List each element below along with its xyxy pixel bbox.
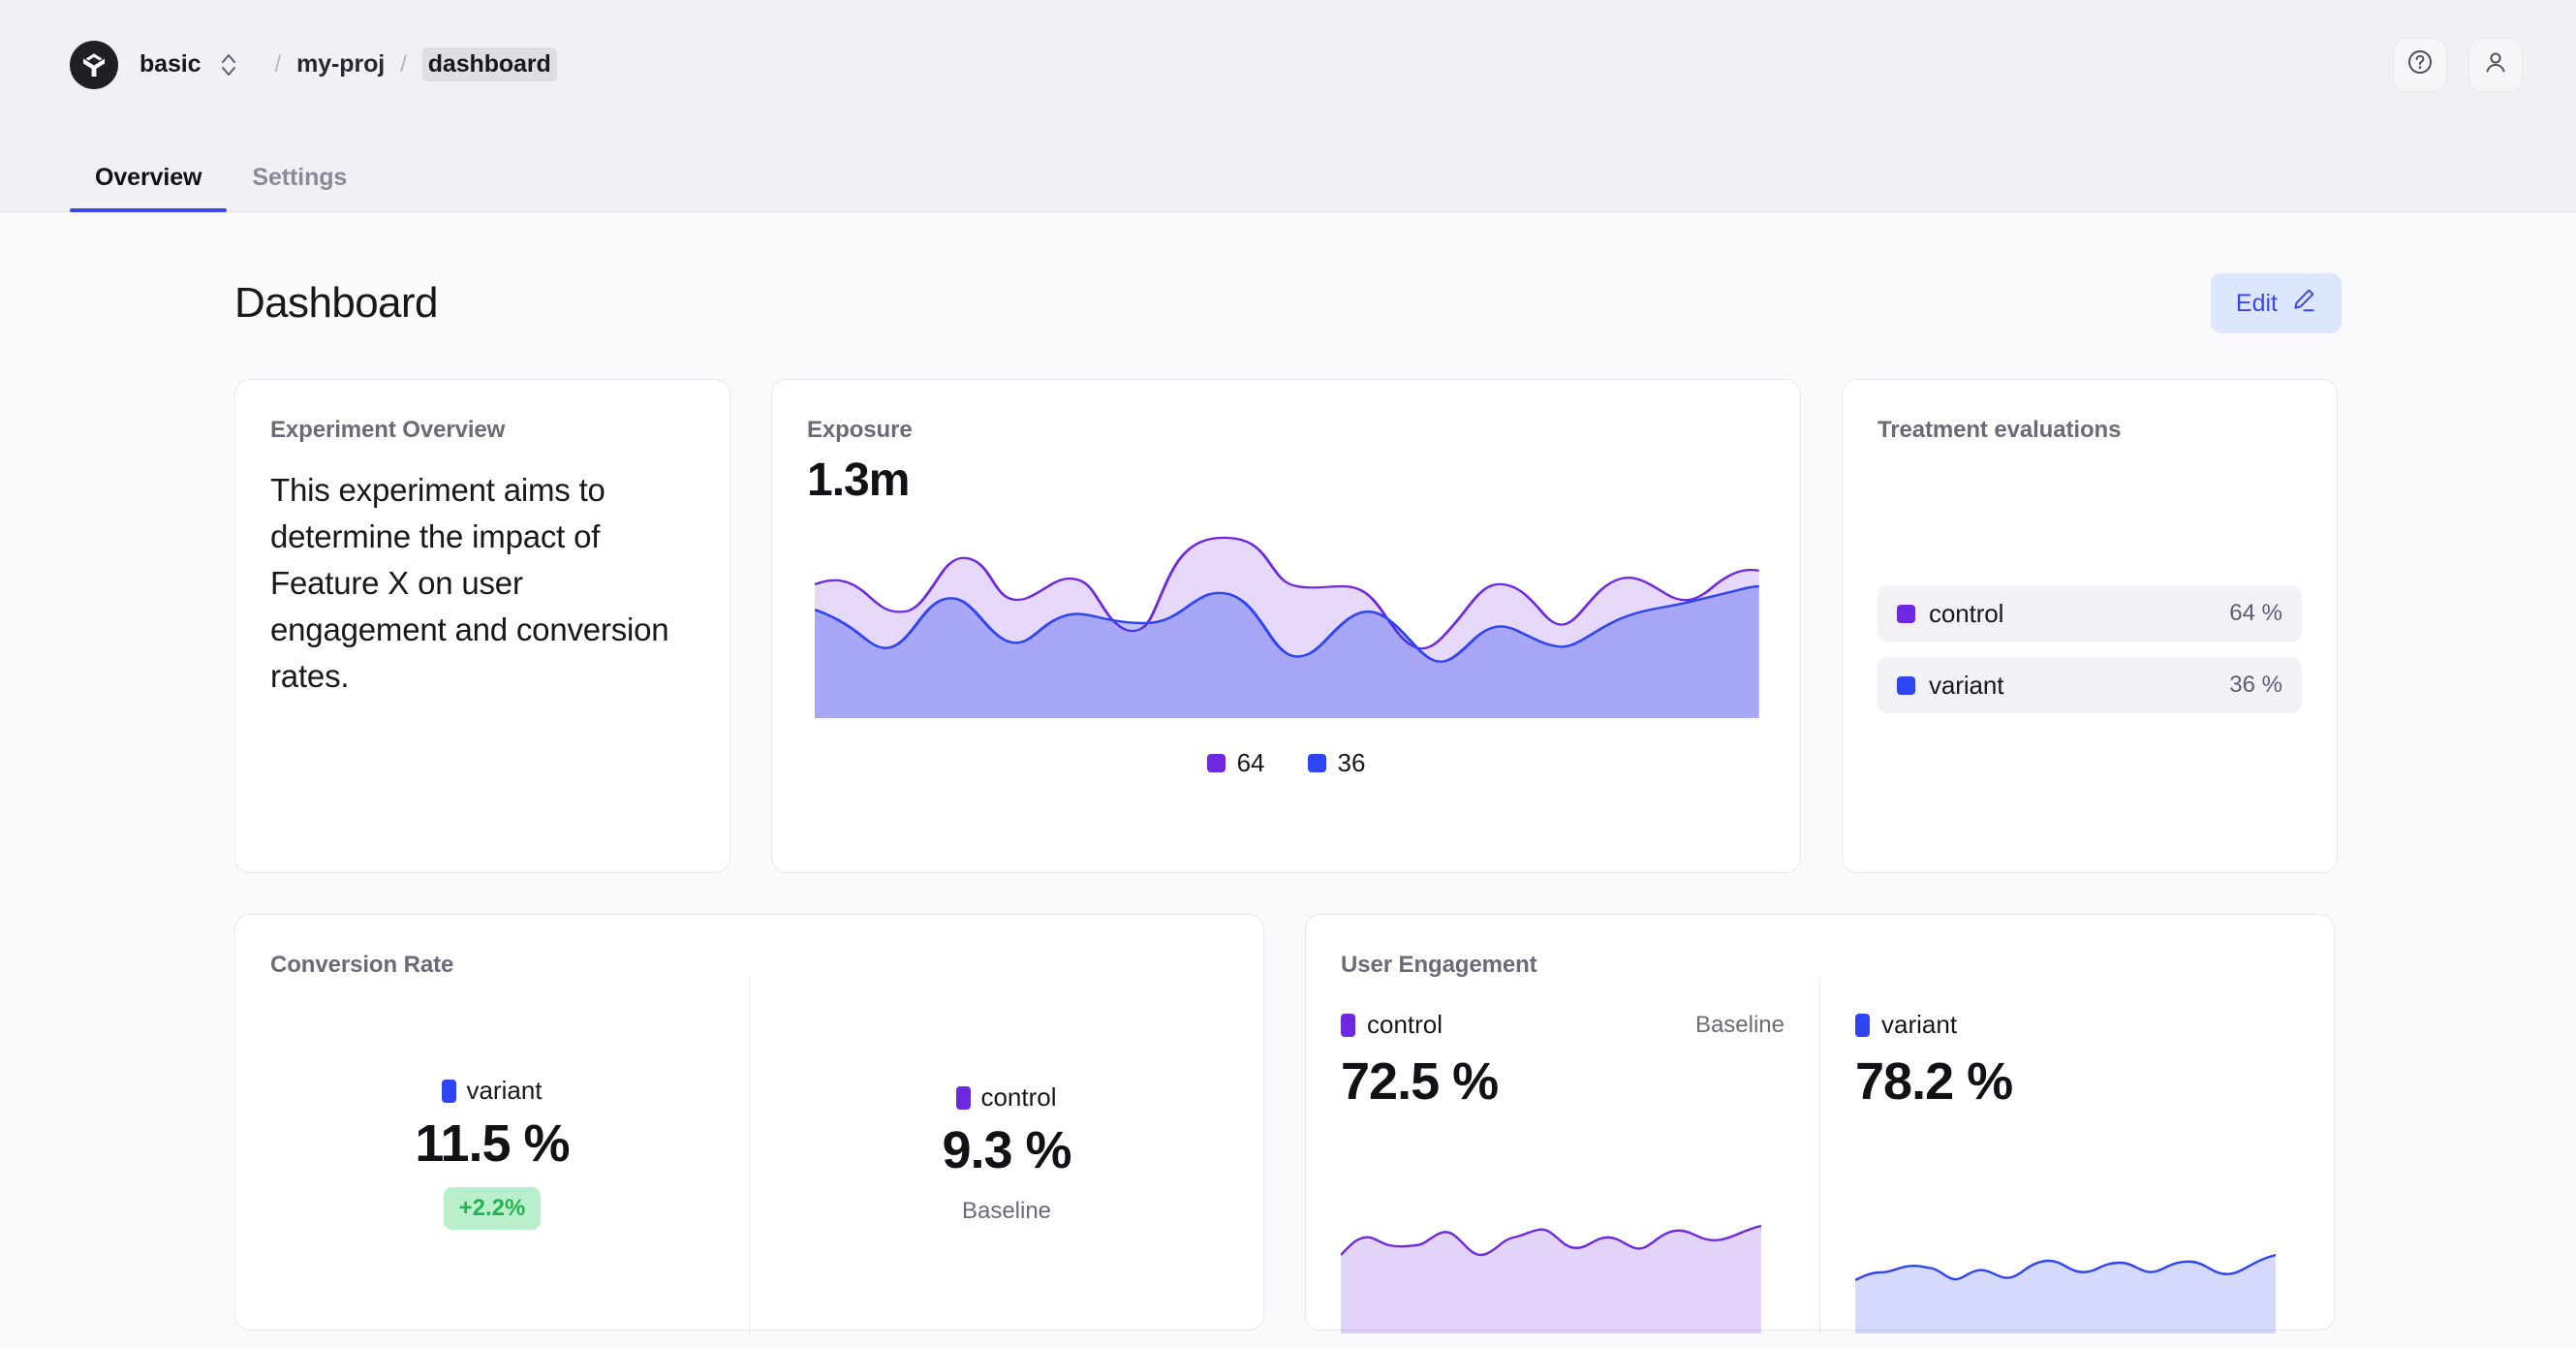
treatment-swatch-control [1897, 604, 1915, 623]
dashboard-row-2: Conversion Rate variant 11.5 % +2.2% con… [234, 914, 2342, 1333]
conversion-control-value: 9.3 % [942, 1121, 1071, 1179]
engagement-variant-head: variant [1820, 979, 2334, 1040]
dashboard-grid: Experiment Overview This experiment aims… [70, 379, 2506, 1333]
conversion-swatch-variant [442, 1079, 457, 1103]
exposure-value: 1.3m [807, 455, 910, 506]
card-title: Exposure [807, 417, 913, 443]
breadcrumb-separator-1: / [274, 50, 282, 78]
card-exposure: Exposure 1.3m 64 36 [771, 379, 1801, 873]
conversion-variant-value: 11.5 % [415, 1114, 570, 1173]
legend-item: 36 [1307, 748, 1366, 778]
exposure-area-chart [772, 534, 1800, 723]
edit-button-label: Edit [2235, 289, 2278, 317]
conversion-split: variant 11.5 % +2.2% control 9.3 % Basel… [235, 979, 1263, 1333]
engagement-control-panel: control Baseline 72.5 % [1306, 979, 1819, 1333]
legend-label: 64 [1236, 748, 1265, 777]
dashboard-row-1: Experiment Overview This experiment aims… [234, 379, 2342, 873]
breadcrumb: basic / my-proj / dashboard [140, 47, 557, 81]
card-title: Conversion Rate [270, 952, 454, 978]
legend-swatch-control [1206, 754, 1226, 772]
conversion-control-inner: control 9.3 % Baseline [750, 979, 1263, 1225]
engagement-split: control Baseline 72.5 % variant 78.2 % [1306, 979, 2334, 1333]
legend-label: 36 [1337, 748, 1366, 777]
tab-settings[interactable]: Settings [227, 164, 372, 211]
treatment-swatch-variant [1897, 675, 1915, 695]
top-bar: basic / my-proj / dashboard [0, 0, 2576, 129]
card-experiment-overview: Experiment Overview This experiment aims… [234, 379, 730, 873]
conversion-control-panel: control 9.3 % Baseline [749, 979, 1263, 1333]
treatment-name: variant [1929, 670, 2004, 700]
top-bar-actions [2393, 37, 2523, 92]
legend-swatch-variant [1307, 754, 1326, 772]
engagement-swatch-control [1341, 1013, 1355, 1037]
card-conversion-rate: Conversion Rate variant 11.5 % +2.2% con… [234, 914, 1264, 1333]
experiment-overview-text: This experiment aims to determine the im… [270, 472, 669, 694]
chevron-up-down-icon[interactable] [212, 48, 245, 81]
breadcrumb-project[interactable]: my-proj [296, 50, 385, 78]
card-treatment-evaluations: Treatment evaluations control 64 % varia… [1842, 379, 2338, 873]
list-item[interactable]: control 64 % [1878, 585, 2302, 642]
conversion-control-head: control [956, 1082, 1057, 1113]
user-icon [2481, 47, 2510, 81]
conversion-variant-label: variant [466, 1076, 543, 1105]
card-title: Treatment evaluations [1878, 417, 2122, 443]
engagement-variant-label: variant [1881, 1010, 1958, 1039]
breadcrumb-current[interactable]: dashboard [421, 47, 557, 81]
question-circle-icon [2405, 47, 2435, 81]
list-item[interactable]: variant 36 % [1878, 657, 2302, 713]
brand-block: basic / my-proj / dashboard [70, 40, 557, 89]
treatment-name: control [1929, 598, 2004, 628]
engagement-control-baseline: Baseline [1694, 1011, 1785, 1038]
card-title: User Engagement [1341, 952, 1537, 978]
engagement-control-value: 72.5 % [1341, 1052, 1499, 1111]
conversion-variant-inner: variant 11.5 % +2.2% [235, 979, 749, 1230]
help-button[interactable] [2393, 37, 2447, 92]
page-title: Dashboard [234, 279, 438, 327]
trident-logo-icon [70, 40, 118, 89]
pencil-icon [2290, 287, 2316, 320]
exposure-legend: 64 36 [772, 748, 1800, 778]
engagement-swatch-variant [1855, 1013, 1870, 1037]
tab-overview[interactable]: Overview [70, 164, 228, 212]
conversion-control-baseline: Baseline [961, 1198, 1052, 1224]
engagement-variant-sparkline [1854, 1249, 2299, 1333]
card-user-engagement: User Engagement control Baseline 72.5 % [1305, 914, 2335, 1333]
breadcrumb-separator-2: / [400, 50, 407, 78]
conversion-variant-panel: variant 11.5 % +2.2% [235, 979, 749, 1333]
account-button[interactable] [2468, 37, 2523, 92]
breadcrumb-org[interactable]: basic [140, 50, 202, 78]
treatment-percent: 36 % [2229, 672, 2282, 698]
conversion-variant-delta: +2.2% [443, 1187, 542, 1230]
page-header: Dashboard Edit [70, 212, 2506, 333]
engagement-control-label: control [1367, 1010, 1443, 1039]
engagement-variant-value: 78.2 % [1855, 1052, 2013, 1111]
engagement-control-sparkline [1340, 1222, 1785, 1333]
engagement-variant-panel: variant 78.2 % [1819, 979, 2334, 1333]
treatment-percent: 64 % [2229, 600, 2282, 626]
engagement-control-head: control Baseline [1306, 979, 1819, 1040]
conversion-control-label: control [980, 1082, 1057, 1112]
treatment-list: control 64 % variant 36 % [1878, 585, 2302, 729]
page-content: Dashboard Edit Experiment Overview This … [0, 212, 2576, 1333]
conversion-variant-head: variant [442, 1076, 543, 1106]
card-title: Experiment Overview [270, 417, 506, 443]
tab-bar: Overview Settings [0, 129, 2576, 212]
legend-item: 64 [1206, 748, 1265, 778]
conversion-swatch-control [956, 1085, 972, 1110]
edit-button[interactable]: Edit [2210, 273, 2342, 333]
